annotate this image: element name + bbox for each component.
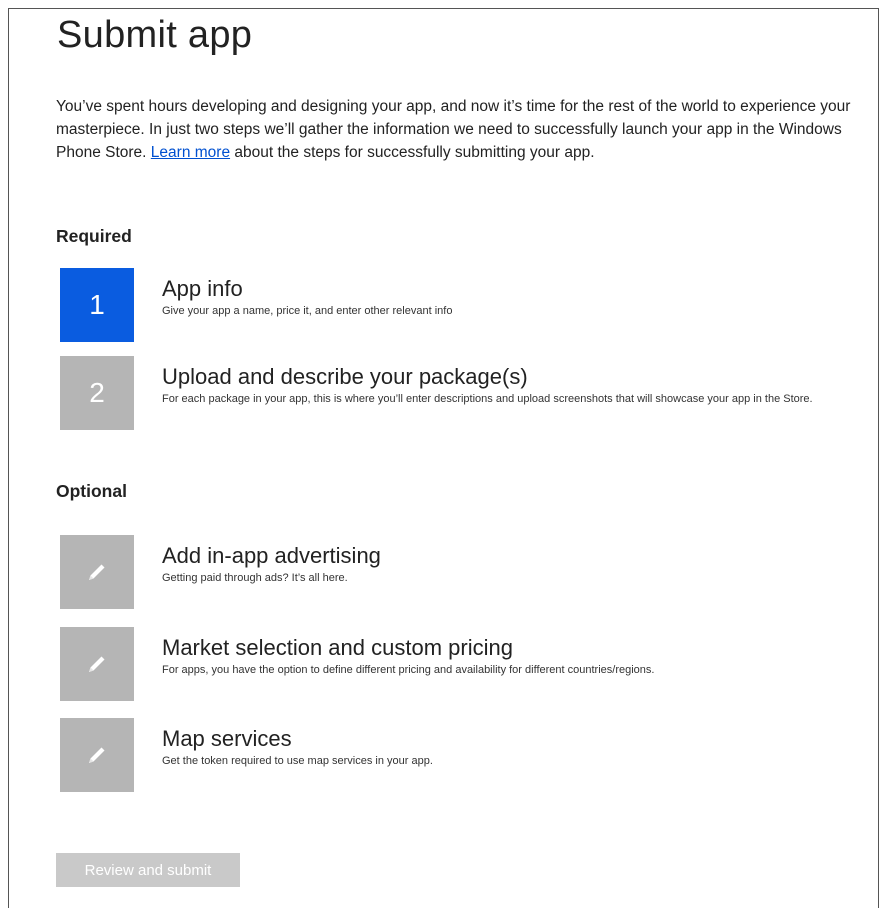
step-title[interactable]: App info <box>162 276 243 302</box>
optional-heading: Optional <box>56 481 127 501</box>
step-title[interactable]: Add in-app advertising <box>162 543 381 569</box>
required-heading: Required <box>56 226 132 246</box>
optional-item-in-app-advertising[interactable]: Add in-app advertising Getting paid thro… <box>60 535 860 609</box>
step-description: Give your app a name, price it, and ente… <box>162 305 453 317</box>
step-number-tile: 2 <box>60 356 134 430</box>
learn-more-link[interactable]: Learn more <box>151 144 230 161</box>
step-title[interactable]: Market selection and custom pricing <box>162 635 513 661</box>
step-upload-packages[interactable]: 2 Upload and describe your package(s) Fo… <box>60 356 860 430</box>
step-description: Get the token required to use map servic… <box>162 755 433 767</box>
step-number-tile: 1 <box>60 268 134 342</box>
review-and-submit-button[interactable]: Review and submit <box>56 853 240 887</box>
pencil-icon <box>60 535 134 609</box>
intro-text-continued: about the steps for successfully submitt… <box>230 144 595 161</box>
step-description: For each package in your app, this is wh… <box>162 393 813 405</box>
step-title[interactable]: Map services <box>162 726 292 752</box>
optional-item-market-selection[interactable]: Market selection and custom pricing For … <box>60 627 860 701</box>
step-title[interactable]: Upload and describe your package(s) <box>162 364 528 390</box>
step-description: For apps, you have the option to define … <box>162 664 655 676</box>
intro-paragraph: You’ve spent hours developing and design… <box>56 95 856 164</box>
pencil-icon <box>60 627 134 701</box>
step-app-info[interactable]: 1 App info Give your app a name, price i… <box>60 268 860 342</box>
step-description: Getting paid through ads? It’s all here. <box>162 572 348 584</box>
page-title: Submit app <box>57 14 253 56</box>
pencil-icon <box>60 718 134 792</box>
optional-item-map-services[interactable]: Map services Get the token required to u… <box>60 718 860 792</box>
